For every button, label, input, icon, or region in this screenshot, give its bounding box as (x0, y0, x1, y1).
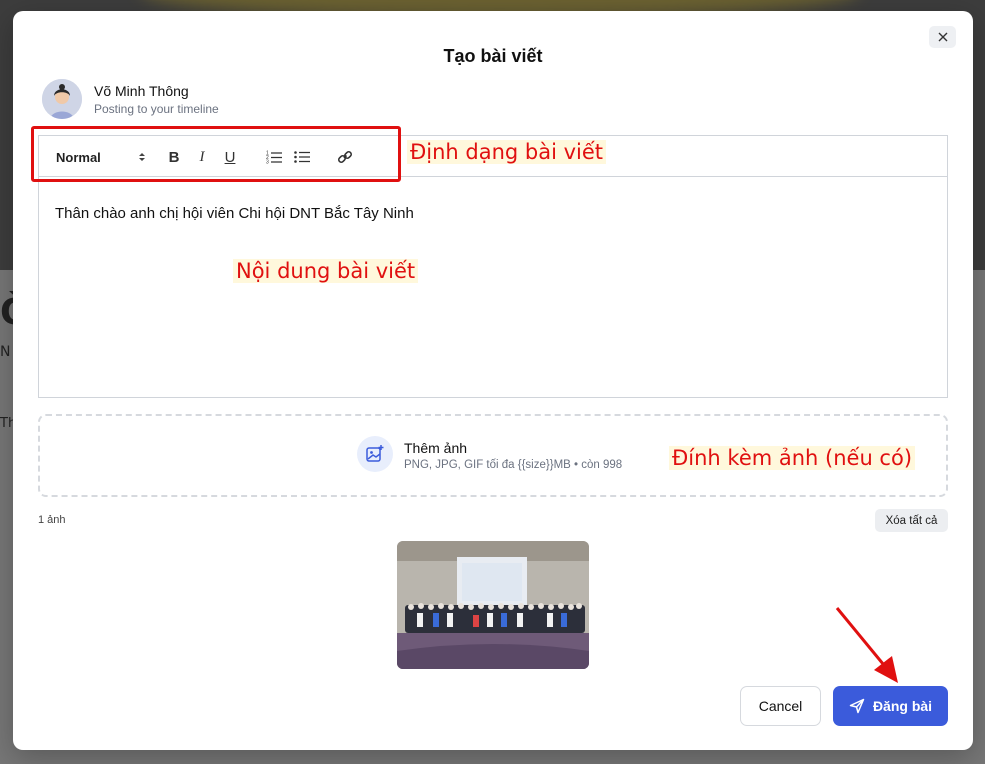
cancel-button[interactable]: Cancel (740, 686, 821, 726)
annotation-format: Định dạng bài viết (407, 140, 607, 164)
send-icon (849, 698, 865, 714)
avatar (42, 79, 82, 119)
post-button[interactable]: Đăng bài (833, 686, 948, 726)
add-image-icon (357, 436, 393, 472)
annotation-attach: Đính kèm ảnh (nếu có) (669, 446, 916, 470)
image-count: 1 ảnh (38, 514, 66, 526)
user-name: Võ Minh Thông (94, 83, 189, 99)
clear-all-button[interactable]: Xóa tất cả (875, 509, 948, 532)
create-post-modal: Tạo bài viết Võ Minh Thông Posting to yo… (13, 11, 973, 750)
format-toolbar-highlight (31, 126, 401, 182)
modal-title: Tạo bài viết (443, 46, 543, 66)
close-icon (938, 32, 947, 42)
upload-title: Thêm ảnh (404, 440, 468, 456)
attached-image-thumbnail[interactable] (397, 541, 589, 669)
annotation-content: Nội dung bài viết (233, 259, 419, 283)
editor-content[interactable]: Thân chào anh chị hội viên Chi hội DNT B… (55, 205, 414, 222)
close-button[interactable] (929, 26, 956, 48)
upload-subtitle: PNG, JPG, GIF tối đa {{size}}MB • còn 99… (404, 459, 623, 471)
background-fragment: N (0, 344, 11, 360)
post-button-label: Đăng bài (872, 698, 933, 714)
annotation-arrow-icon (835, 607, 898, 683)
user-subtitle: Posting to your timeline (94, 102, 219, 116)
